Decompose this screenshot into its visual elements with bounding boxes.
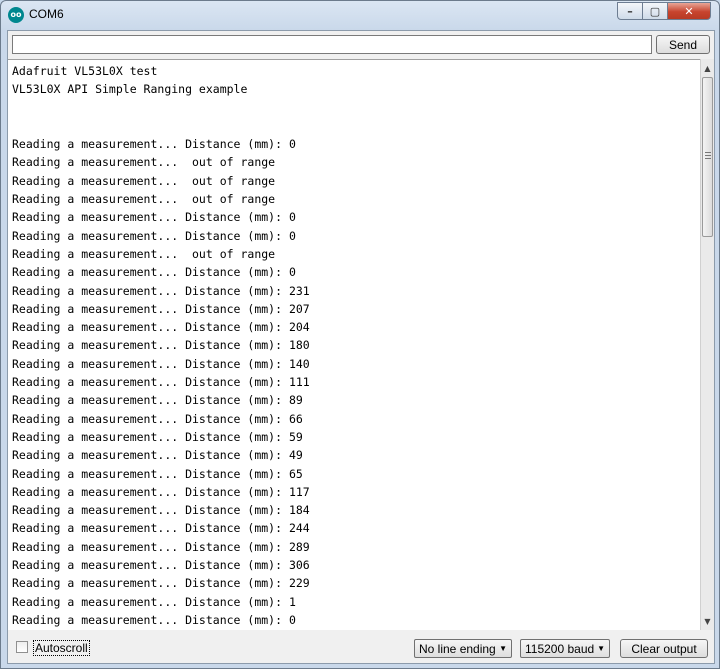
serial-output[interactable]: Adafruit VL53L0X test VL53L0X API Simple … — [8, 59, 700, 630]
output-line: Reading a measurement... Distance (mm): … — [12, 503, 310, 518]
minimize-button[interactable]: – — [617, 2, 643, 20]
output-line: Reading a measurement... Distance (mm): … — [12, 137, 296, 152]
output-line: Reading a measurement... Distance (mm): … — [12, 521, 310, 536]
output-line: Reading a measurement... Distance (mm): … — [12, 228, 296, 243]
maximize-button[interactable]: ▢ — [642, 2, 668, 20]
output-line: Reading a measurement... out of range — [12, 192, 276, 207]
title-bar[interactable]: oo COM6 – ▢ ✕ — [1, 1, 719, 29]
output-line: Reading a measurement... Distance (mm): … — [12, 576, 310, 591]
chevron-down-icon: ▼ — [597, 644, 605, 653]
output-line: Reading a measurement... Distance (mm): … — [12, 393, 303, 408]
output-line: Reading a measurement... Distance (mm): … — [12, 338, 310, 353]
scroll-up-arrow-icon[interactable]: ▲ — [701, 60, 714, 76]
output-line: Reading a measurement... Distance (mm): … — [12, 629, 310, 630]
clear-output-button[interactable]: Clear output — [620, 639, 708, 658]
autoscroll-label[interactable]: Autoscroll — [33, 640, 90, 656]
output-line: Reading a measurement... Distance (mm): … — [12, 594, 296, 609]
output-line: Reading a measurement... Distance (mm): … — [12, 265, 296, 280]
line-ending-select[interactable]: No line ending ▼ — [414, 639, 512, 658]
output-line: VL53L0X API Simple Ranging example — [12, 82, 248, 97]
output-line: Reading a measurement... Distance (mm): … — [12, 411, 303, 426]
send-input[interactable] — [12, 35, 652, 54]
baud-rate-select[interactable]: 115200 baud ▼ — [520, 639, 610, 658]
output-line: Adafruit VL53L0X test — [12, 64, 158, 78]
bottom-bar: Autoscroll No line ending ▼ 115200 baud … — [8, 631, 714, 663]
scroll-down-arrow-icon[interactable]: ▼ — [701, 613, 714, 629]
output-line: Reading a measurement... out of range — [12, 246, 276, 261]
send-button[interactable]: Send — [656, 35, 710, 54]
output-line: Reading a measurement... Distance (mm): … — [12, 612, 296, 627]
output-line: Reading a measurement... Distance (mm): … — [12, 539, 310, 554]
output-line: Reading a measurement... Distance (mm): … — [12, 301, 310, 316]
autoscroll-checkbox[interactable] — [16, 641, 28, 653]
window-title: COM6 — [29, 7, 64, 21]
line-ending-value: No line ending — [419, 641, 496, 656]
baud-rate-value: 115200 baud — [525, 641, 595, 656]
chevron-down-icon: ▼ — [499, 644, 507, 653]
output-line: Reading a measurement... out of range — [12, 173, 276, 188]
arduino-icon: oo — [8, 7, 24, 23]
output-line: Reading a measurement... Distance (mm): … — [12, 429, 303, 444]
output-line: Reading a measurement... Distance (mm): … — [12, 283, 310, 298]
output-line: Reading a measurement... Distance (mm): … — [12, 320, 310, 335]
scrollbar-thumb[interactable] — [702, 77, 713, 237]
client-area: Send Adafruit VL53L0X test VL53L0X API Si… — [7, 30, 715, 664]
output-line: Reading a measurement... Distance (mm): … — [12, 375, 310, 390]
output-text: Adafruit VL53L0X test VL53L0X API Simple … — [12, 62, 310, 630]
output-line: Reading a measurement... Distance (mm): … — [12, 210, 296, 225]
serial-monitor-window: oo COM6 – ▢ ✕ Send Adafruit VL53L0X test… — [0, 0, 720, 669]
output-line: Reading a measurement... out of range — [12, 155, 276, 170]
output-line: Reading a measurement... Distance (mm): … — [12, 558, 310, 573]
output-line: Reading a measurement... Distance (mm): … — [12, 466, 303, 481]
output-line: Reading a measurement... Distance (mm): … — [12, 448, 303, 463]
output-line: Reading a measurement... Distance (mm): … — [12, 356, 310, 371]
close-button[interactable]: ✕ — [667, 2, 711, 20]
output-line: Reading a measurement... Distance (mm): … — [12, 484, 310, 499]
vertical-scrollbar[interactable]: ▲ ▼ — [700, 59, 714, 630]
